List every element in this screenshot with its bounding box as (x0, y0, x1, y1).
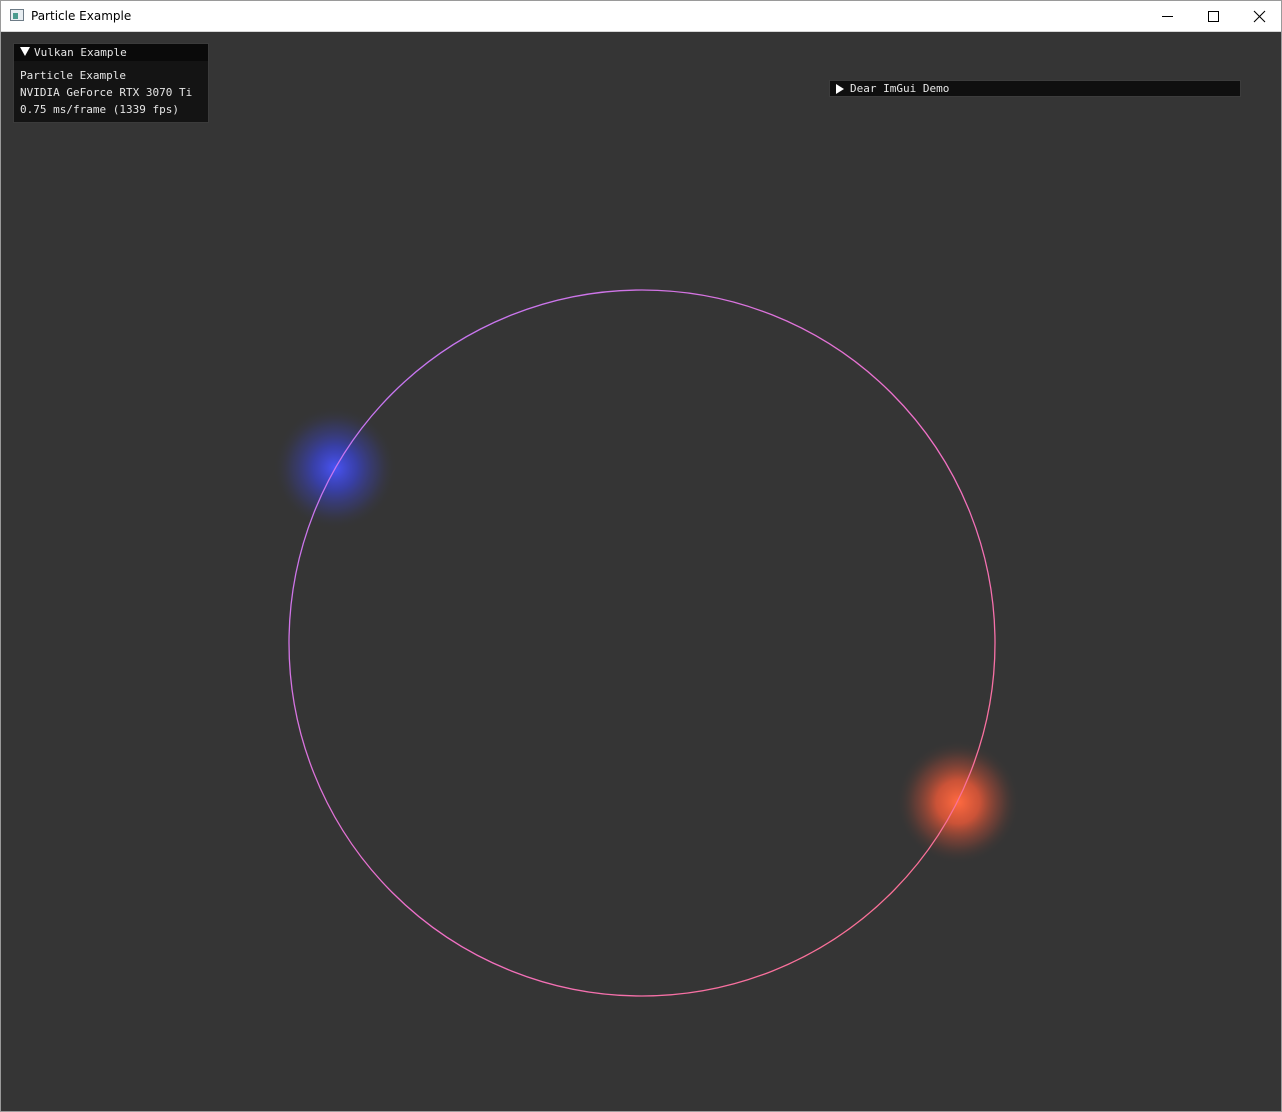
collapse-triangle-icon[interactable] (20, 47, 30, 56)
maximize-icon (1208, 11, 1219, 22)
dear-imgui-demo-panel[interactable]: Dear ImGui Demo (829, 80, 1241, 97)
close-button[interactable] (1235, 1, 1281, 31)
close-icon (1253, 10, 1266, 23)
vulkan-example-panel[interactable]: Vulkan Example Particle Example NVIDIA G… (13, 43, 209, 123)
gpu-name-text: NVIDIA GeForce RTX 3070 Ti (20, 86, 193, 99)
window-title: Particle Example (31, 9, 132, 23)
particle-scene (273, 289, 1020, 997)
maximize-button[interactable] (1190, 1, 1236, 31)
demo-panel-title: Dear ImGui Demo (850, 82, 950, 95)
orbit-ring (288, 289, 996, 997)
minimize-button[interactable] (1144, 1, 1190, 31)
render-viewport[interactable]: Vulkan Example Particle Example NVIDIA G… (1, 32, 1281, 1111)
app-window: Particle Example Vulkan Example Particle… (0, 0, 1282, 1112)
title-bar[interactable]: Particle Example (1, 1, 1281, 32)
orange-particle (896, 740, 1020, 864)
app-window-icon (10, 9, 24, 21)
frame-stats-text: 0.75 ms/frame (1339 fps) (20, 103, 179, 116)
expand-triangle-icon[interactable] (836, 84, 844, 94)
vulkan-panel-title: Vulkan Example (34, 46, 127, 59)
app-name-text: Particle Example (20, 69, 126, 82)
vulkan-panel-header[interactable]: Vulkan Example (14, 44, 208, 61)
minimize-icon (1162, 16, 1173, 17)
